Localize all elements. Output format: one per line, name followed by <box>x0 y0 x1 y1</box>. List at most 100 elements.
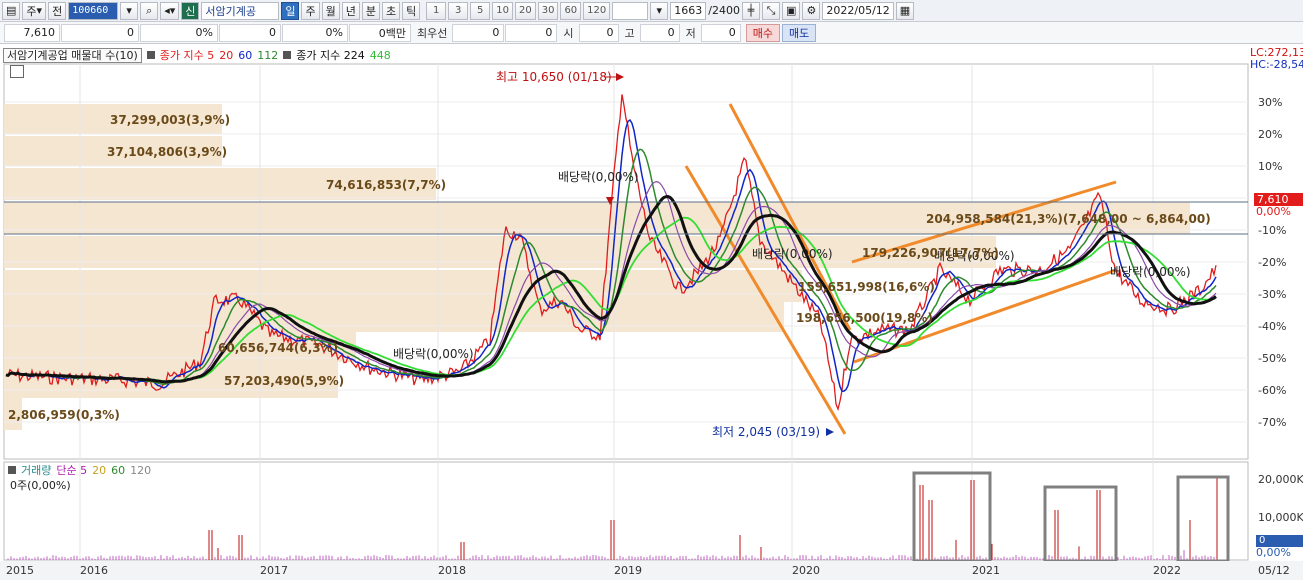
tab-week[interactable]: 주 <box>301 1 320 20</box>
interval-60[interactable]: 60 <box>560 1 582 20</box>
price-pct-tag: 0,00% <box>1256 205 1291 218</box>
table-toggle-icon[interactable] <box>10 65 24 78</box>
tab-minute[interactable]: 분 <box>361 1 380 20</box>
volume-value: 0 <box>219 23 281 42</box>
legend-marker-icon <box>146 51 155 59</box>
dividend-label-2: 배당락(0,00%) <box>393 347 474 361</box>
interval-120[interactable]: 120 <box>583 1 611 20</box>
y-tick-label: -70% <box>1258 416 1286 429</box>
dividend-label-3: 배당락(0,00%) <box>752 247 833 261</box>
y-axis: 30%20%10%0%-10%-20%-30%-40%-50%-60%-70% <box>1258 96 1286 429</box>
interval-1[interactable]: 1 <box>426 1 447 20</box>
volume-profile-label: 159,651,998(16,6%) <box>798 280 935 294</box>
y-tick-label: -60% <box>1258 384 1286 397</box>
y-tick-label: -50% <box>1258 352 1286 365</box>
y-tick-label: 10% <box>1258 160 1282 173</box>
volume-tick-label: 20,000K <box>1258 473 1303 486</box>
volume-profile-label: 179,226,907(17,7%) <box>862 246 999 260</box>
volume-ma20[interactable]: 20 <box>92 464 106 477</box>
volume-legend: 거래량 단순 5 20 60 120 <box>8 462 151 478</box>
interval-10[interactable]: 10 <box>492 1 513 20</box>
hc-readout: HC:-28,54 <box>1250 58 1303 71</box>
tab-year[interactable]: 년 <box>341 1 360 20</box>
best-quote-b: 0 <box>505 23 558 42</box>
volume-ma60[interactable]: 60 <box>111 464 125 477</box>
volume-pct-tag: 0,00% <box>1256 546 1291 559</box>
volume-legend-label[interactable]: 거래량 <box>21 462 51 478</box>
prev-button[interactable]: 전 <box>48 1 67 20</box>
price-chart[interactable]: 30%20%10%0%-10%-20%-30%-40%-50%-60%-70% … <box>0 44 1303 580</box>
volume-axis: 20,000K 10,000K <box>1258 473 1303 524</box>
volume-profile-label: 198,656,500(19,8%) <box>796 311 933 325</box>
high-annotation: 최고 10,650 (01/18) <box>496 70 612 84</box>
stock-name-field: 서암기계공 <box>201 1 280 20</box>
custom-interval-input[interactable] <box>612 1 649 20</box>
y-tick-label: -20% <box>1258 256 1286 269</box>
volume-pct: 0% <box>282 23 348 42</box>
volume-ma120[interactable]: 120 <box>130 464 151 477</box>
tab-tick[interactable]: 틱 <box>402 1 421 20</box>
count-input[interactable]: 1663 <box>670 1 707 20</box>
open-value: 0 <box>578 23 619 42</box>
volume-simple-label[interactable]: 단순 5 <box>56 462 87 478</box>
new-badge: 신 <box>181 1 200 20</box>
tab-second[interactable]: 초 <box>381 1 401 20</box>
chart-window: ▤ 주 ▾ 전 100660 ▾ ⌕ ◂▾ 신 서암기계공 일 주 월 년 분 초… <box>0 0 1303 580</box>
legend-marker-icon-2 <box>283 51 292 59</box>
tab-month[interactable]: 월 <box>321 1 340 20</box>
gear-icon[interactable]: ⚙ <box>802 1 821 20</box>
interval-20[interactable]: 20 <box>514 1 536 20</box>
ma20-legend[interactable]: 20 <box>219 49 233 62</box>
ma224-legend-label[interactable]: 종가 지수 224 <box>296 47 364 63</box>
speaker-icon[interactable]: ◂▾ <box>160 1 180 20</box>
volume-panel <box>3 461 1249 561</box>
count-total: /2400 <box>708 4 740 17</box>
calendar-icon[interactable]: ▦ <box>895 1 915 20</box>
current-price: 7,610 <box>4 23 60 42</box>
ma112-legend[interactable]: 112 <box>257 49 278 62</box>
interval-3[interactable]: 3 <box>448 1 469 20</box>
code-dropdown-icon[interactable]: ▾ <box>120 1 139 20</box>
main-toolbar: ▤ 주 ▾ 전 100660 ▾ ⌕ ◂▾ 신 서암기계공 일 주 월 년 분 초… <box>0 0 1303 22</box>
y-tick-label: -10% <box>1258 224 1286 237</box>
save-icon[interactable]: ▣ <box>781 1 801 20</box>
volume-profile-label: 204,958,584(21,3%)(7,648,00 ~ 6,864,00) <box>926 212 1211 226</box>
dividend-label-5: 배당락(0,00%) <box>1110 265 1191 279</box>
y-tick-label: 30% <box>1258 96 1282 109</box>
volume-profile-legend[interactable]: 서암기계공업 매물대 수(10) <box>3 47 142 63</box>
best-quote-a: 0 <box>452 23 505 42</box>
quote-bar: 7,610 0 0% 0 0% 0백만 최우선 0 0 시 0 고 0 저 0 … <box>0 22 1303 44</box>
x-tick-label: 2020 <box>792 564 820 577</box>
x-tick-label: 2018 <box>438 564 466 577</box>
volume-profile-label: 2,806,959(0,3%) <box>8 408 120 422</box>
stock-code-input[interactable]: 100660 <box>68 1 119 20</box>
x-tick-label: 2019 <box>614 564 642 577</box>
layout-icon[interactable]: ▤ <box>2 1 21 20</box>
open-label: 시 <box>563 26 574 40</box>
volume-profile-label: 37,299,003(3,9%) <box>110 113 230 127</box>
ma60-legend[interactable]: 60 <box>238 49 252 62</box>
tool-icon[interactable]: ⤡ <box>761 1 780 20</box>
trade-amount: 0백만 <box>349 23 411 42</box>
sell-button[interactable]: 매도 <box>782 23 817 42</box>
ma-legend-label[interactable]: 종가 지수 5 <box>160 47 214 63</box>
volume-tick-label: 10,000K <box>1258 511 1303 524</box>
ma448-legend[interactable]: 448 <box>370 49 391 62</box>
interval-dropdown-icon[interactable]: ▾ <box>650 1 669 20</box>
tab-day[interactable]: 일 <box>281 1 300 20</box>
interval-30[interactable]: 30 <box>537 1 559 20</box>
dividend-label-1: 배당락(0,00%) <box>558 170 639 184</box>
x-tick-label: 2016 <box>80 564 108 577</box>
search-icon[interactable]: ⌕ <box>140 1 159 20</box>
x-axis-band <box>0 561 1303 580</box>
volume-profile-bar <box>4 302 784 332</box>
x-tick-label: 2021 <box>972 564 1000 577</box>
y-tick-label: 20% <box>1258 128 1282 141</box>
candle-icon[interactable]: ╪ <box>741 1 760 20</box>
volume-profile-label: 37,104,806(3,9%) <box>107 145 227 159</box>
low-label: 저 <box>685 26 696 40</box>
buy-button[interactable]: 매수 <box>745 23 780 42</box>
date-input[interactable]: 2022/05/12 <box>822 1 894 20</box>
interval-5[interactable]: 5 <box>470 1 491 20</box>
period-type-select[interactable]: 주 ▾ <box>22 1 47 20</box>
